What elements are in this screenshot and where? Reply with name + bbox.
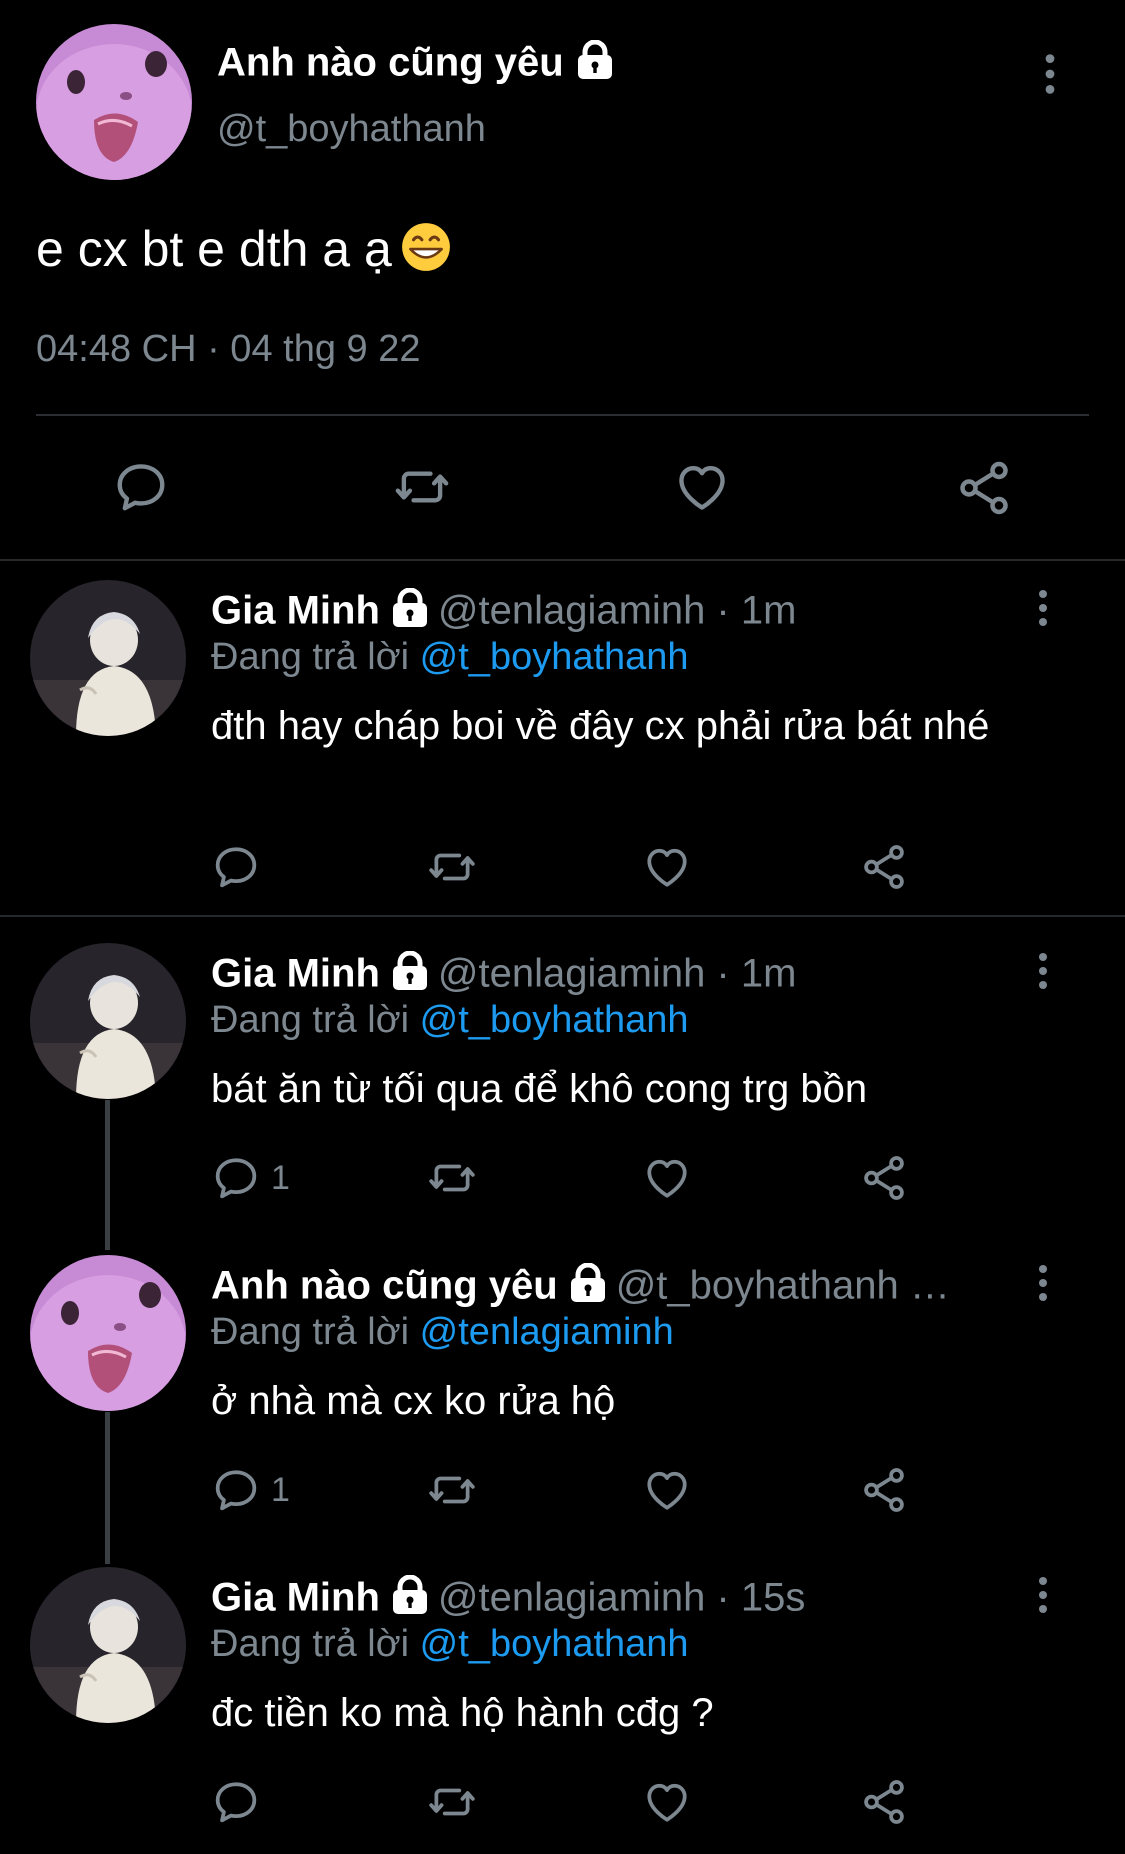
reply-author-name[interactable]: Gia Minh bbox=[211, 589, 380, 633]
main-author-handle[interactable]: @t_boyhathanh bbox=[217, 108, 486, 151]
share-icon[interactable] bbox=[859, 1777, 909, 1827]
main-author-name-text: Anh nào cũng yêu bbox=[217, 40, 564, 85]
lock-icon bbox=[390, 951, 430, 1001]
replying-to: Đang trả lời @t_boyhathanh bbox=[211, 1623, 689, 1666]
reply-icon[interactable]: 1 bbox=[211, 1465, 290, 1515]
like-icon[interactable] bbox=[642, 842, 692, 892]
reply-icon[interactable] bbox=[112, 458, 170, 516]
share-icon[interactable] bbox=[859, 1153, 909, 1203]
mention-link[interactable]: @t_boyhathanh bbox=[420, 636, 689, 678]
main-tweet-text: e cx bt e dth a ạ bbox=[36, 220, 452, 285]
retweet-icon[interactable] bbox=[424, 842, 480, 892]
more-options-icon[interactable] bbox=[1044, 52, 1056, 96]
main-author-name[interactable]: Anh nào cũng yêu bbox=[217, 40, 615, 90]
more-options-icon[interactable] bbox=[1030, 1575, 1056, 1615]
main-tweet-body: e cx bt e dth a ạ bbox=[36, 221, 392, 277]
lock-icon bbox=[390, 588, 430, 638]
thread-line bbox=[105, 1100, 110, 1250]
more-options-icon[interactable] bbox=[1030, 588, 1056, 628]
reply-header: Gia Minh @tenlagiaminh · 15s bbox=[211, 1575, 1021, 1625]
gia-minh-avatar[interactable] bbox=[30, 580, 186, 736]
share-icon[interactable] bbox=[954, 458, 1014, 518]
reply-time[interactable]: 1m bbox=[741, 952, 797, 996]
replying-label: Đang trả lời bbox=[211, 1623, 410, 1665]
more-options-icon[interactable] bbox=[1030, 951, 1056, 991]
reply-header: Gia Minh @tenlagiaminh · 1m bbox=[211, 951, 1021, 1001]
lock-icon bbox=[390, 1575, 430, 1625]
reply-author-handle[interactable]: @t_boyhathanh … bbox=[616, 1264, 950, 1308]
reply-icon[interactable]: 1 bbox=[211, 1153, 290, 1203]
replying-label: Đang trả lời bbox=[211, 999, 410, 1041]
reply-author-name[interactable]: Anh nào cũng yêu bbox=[211, 1264, 558, 1308]
like-icon[interactable] bbox=[642, 1465, 692, 1515]
reply-text: ở nhà mà cx ko rửa hộ bbox=[211, 1379, 616, 1423]
replying-label: Đang trả lời bbox=[211, 636, 410, 678]
reply-author-handle[interactable]: @tenlagiaminh bbox=[438, 1576, 705, 1620]
main-timestamp[interactable]: 04:48 CH · 04 thg 9 22 bbox=[36, 328, 420, 371]
reply-icon[interactable] bbox=[211, 842, 271, 892]
replying-label: Đang trả lời bbox=[211, 1311, 410, 1353]
mention-link[interactable]: @t_boyhathanh bbox=[420, 999, 689, 1041]
gia-minh-avatar[interactable] bbox=[30, 1567, 186, 1723]
replying-to: Đang trả lời @tenlagiaminh bbox=[211, 1311, 674, 1354]
reply-time[interactable]: 1m bbox=[741, 589, 797, 633]
lock-icon bbox=[568, 1263, 608, 1313]
reply-text: đc tiền ko mà hộ hành cđg ? bbox=[211, 1691, 714, 1735]
reply-time[interactable]: 15s bbox=[741, 1576, 806, 1620]
reply-text: đth hay cháp boi về đây cx phải rửa bát … bbox=[211, 704, 990, 748]
retweet-icon[interactable] bbox=[424, 1153, 480, 1203]
reply-author-name[interactable]: Gia Minh bbox=[211, 1576, 380, 1620]
reply-author-handle[interactable]: @tenlagiaminh bbox=[438, 589, 705, 633]
cat-avatar[interactable] bbox=[36, 24, 192, 180]
divider bbox=[36, 414, 1089, 416]
share-icon[interactable] bbox=[859, 1465, 909, 1515]
reply-header: Gia Minh @tenlagiaminh · 1m bbox=[211, 588, 1021, 638]
replying-to: Đang trả lời @t_boyhathanh bbox=[211, 636, 689, 679]
mention-link[interactable]: @t_boyhathanh bbox=[420, 1623, 689, 1665]
reply-icon[interactable] bbox=[211, 1777, 271, 1827]
replying-to: Đang trả lời @t_boyhathanh bbox=[211, 999, 689, 1042]
divider bbox=[0, 915, 1125, 917]
gia-minh-avatar[interactable] bbox=[30, 943, 186, 1099]
reply-text: bát ăn từ tối qua để khô cong trg bồn bbox=[211, 1067, 868, 1111]
retweet-icon[interactable] bbox=[424, 1465, 480, 1515]
divider bbox=[0, 559, 1125, 561]
retweet-icon[interactable] bbox=[424, 1777, 480, 1827]
retweet-icon[interactable] bbox=[389, 458, 455, 516]
reply-header: Anh nào cũng yêu @t_boyhathanh … bbox=[211, 1263, 1021, 1313]
reply-author-name[interactable]: Gia Minh bbox=[211, 952, 380, 996]
grinning-face-emoji-icon bbox=[400, 221, 452, 285]
share-icon[interactable] bbox=[859, 842, 909, 892]
lock-icon bbox=[575, 40, 615, 90]
reply-count: 1 bbox=[271, 1470, 290, 1509]
reply-author-handle[interactable]: @tenlagiaminh bbox=[438, 952, 705, 996]
like-icon[interactable] bbox=[642, 1153, 692, 1203]
mention-link[interactable]: @tenlagiaminh bbox=[420, 1311, 674, 1353]
like-icon[interactable] bbox=[642, 1777, 692, 1827]
more-options-icon[interactable] bbox=[1030, 1263, 1056, 1303]
cat-avatar[interactable] bbox=[30, 1255, 186, 1411]
reply-count: 1 bbox=[271, 1158, 290, 1197]
like-icon[interactable] bbox=[673, 458, 731, 516]
thread-line bbox=[105, 1412, 110, 1564]
